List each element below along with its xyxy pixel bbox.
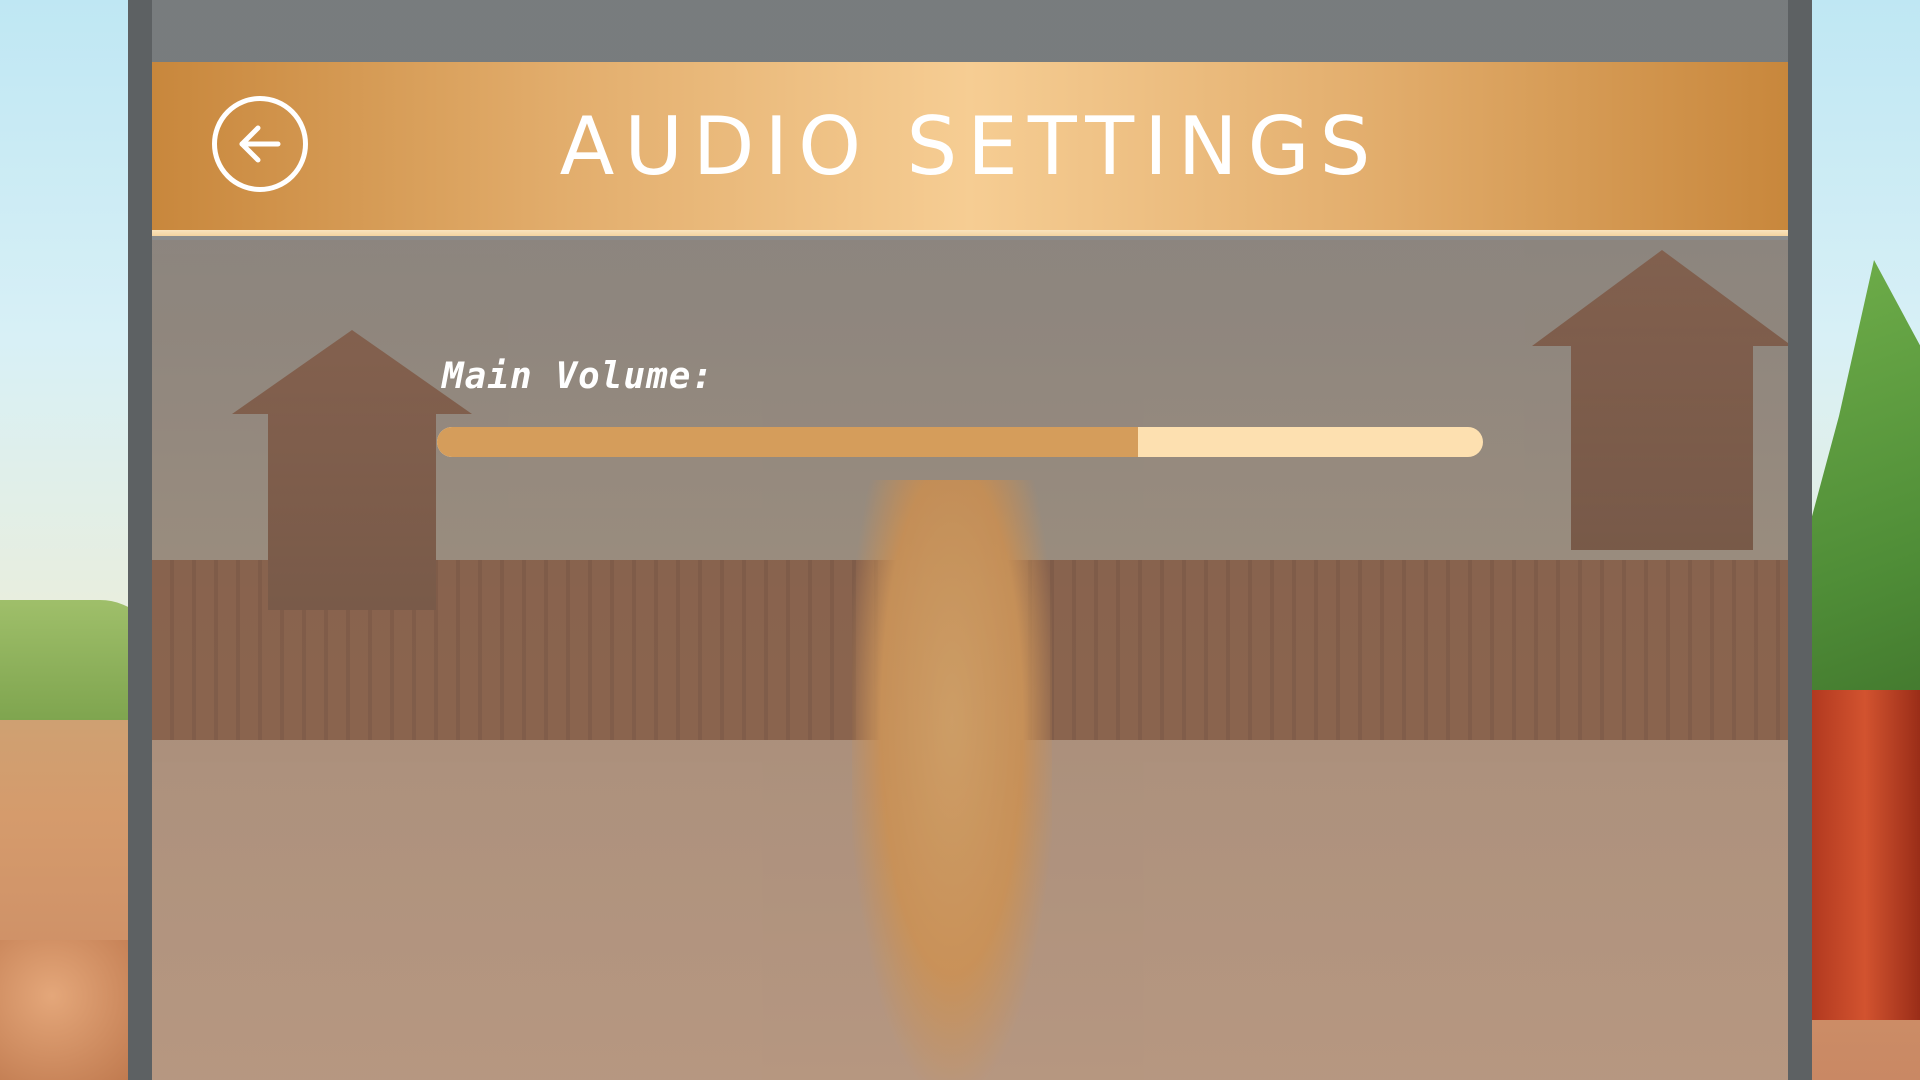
main-volume-slider[interactable]: [437, 427, 1483, 457]
panel-frame-left: [128, 0, 152, 1080]
arrow-left-circle-icon: [232, 116, 288, 172]
panel-frame-right: [1788, 0, 1812, 1080]
rock: [0, 940, 130, 1080]
page-title: AUDIO SETTINGS: [559, 99, 1381, 193]
clay-pot: [1810, 690, 1920, 1020]
main-volume-slider-fill: [437, 427, 1138, 457]
player-character: [852, 480, 1052, 1080]
banner-underline: [152, 230, 1788, 240]
main-volume-label: Main Volume:: [442, 356, 715, 397]
back-button[interactable]: [212, 96, 308, 192]
game-screen: AUDIO SETTINGS Main Volume:: [0, 0, 1920, 1080]
